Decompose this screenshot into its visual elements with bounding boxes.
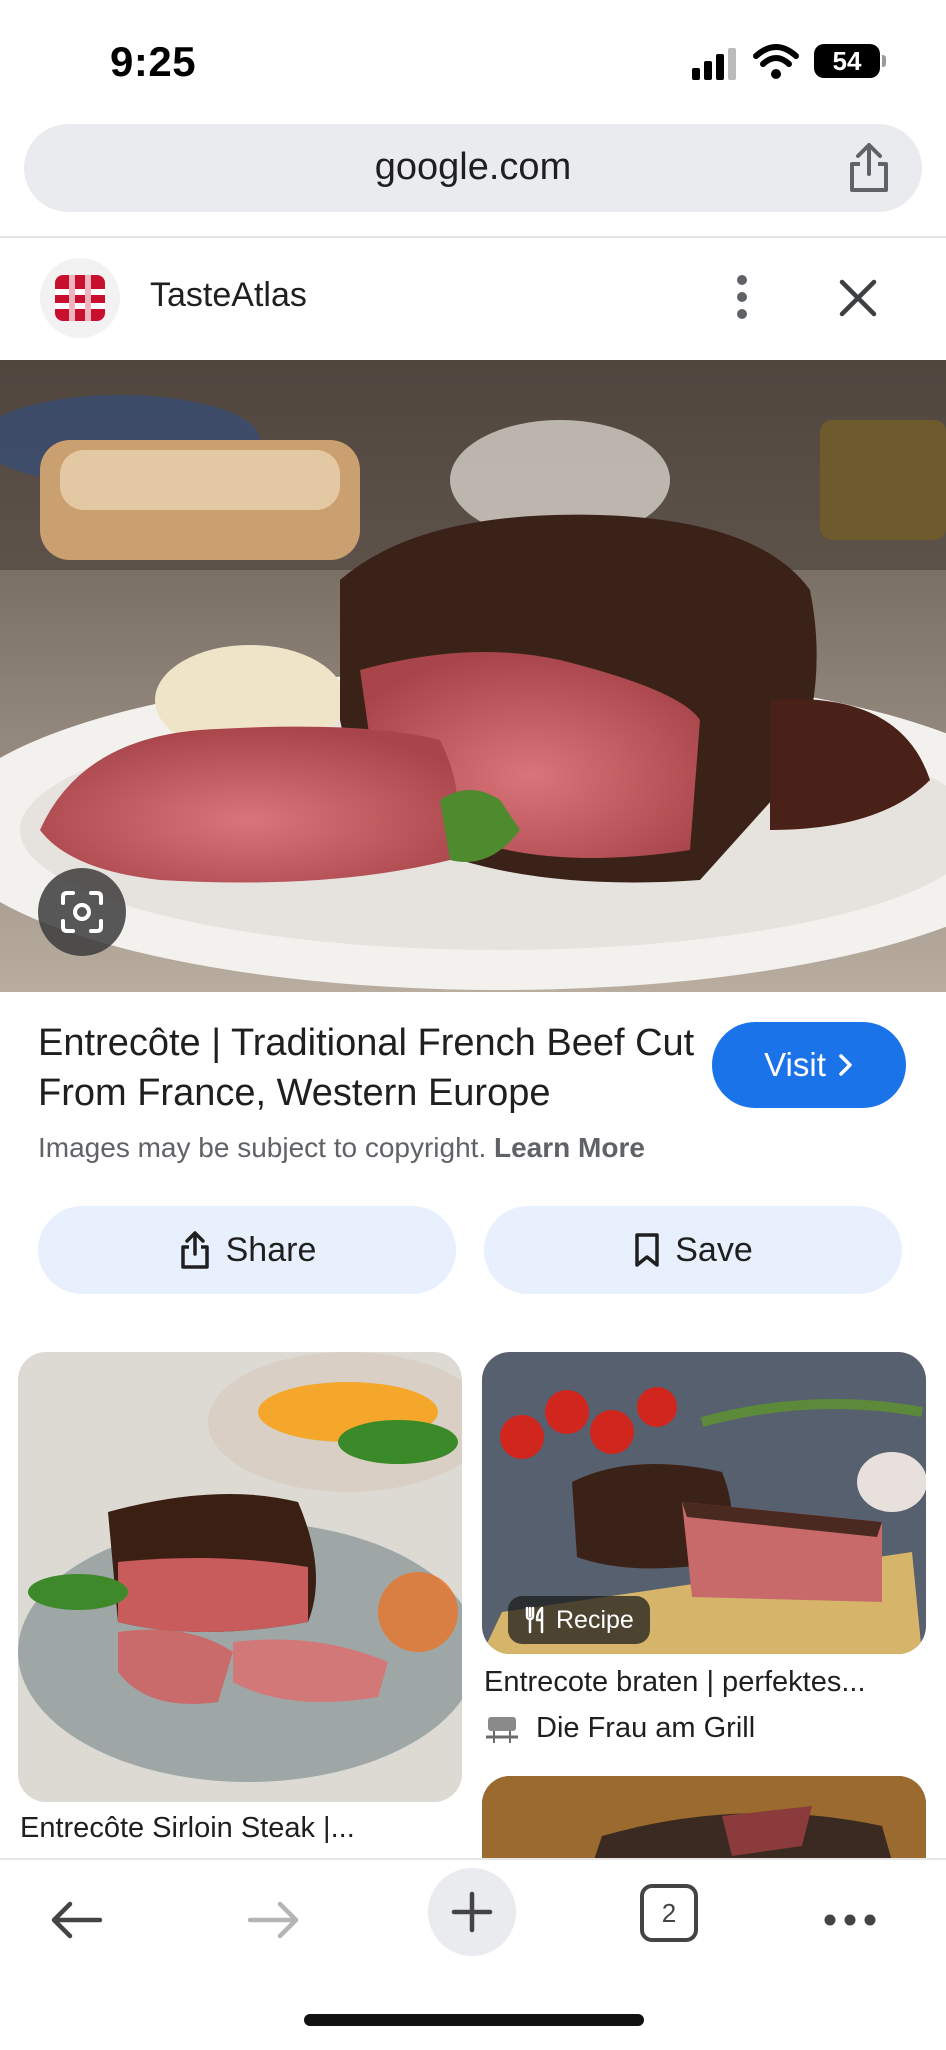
source-favicon	[482, 1710, 522, 1750]
learn-more-link[interactable]: Learn More	[494, 1132, 645, 1163]
signal-icon	[692, 48, 736, 80]
save-label: Save	[675, 1230, 753, 1269]
related-image-1[interactable]	[18, 1352, 462, 1802]
tab-switcher-button[interactable]: 2	[640, 1884, 698, 1942]
bookmark-icon	[635, 1233, 659, 1267]
main-image[interactable]	[0, 360, 946, 992]
new-tab-button[interactable]	[428, 1868, 516, 1956]
back-button[interactable]	[44, 1888, 108, 1952]
status-time: 9:25	[110, 38, 197, 85]
home-indicator[interactable]	[304, 2014, 644, 2026]
plus-icon	[451, 1891, 493, 1933]
lens-icon	[61, 891, 103, 933]
copyright-text: Images may be subject to copyright.	[38, 1132, 487, 1163]
recipe-chip-label: Recipe	[556, 1605, 634, 1634]
sirloin-photo	[18, 1352, 462, 1802]
related-source-2[interactable]: Die Frau am Grill	[536, 1712, 755, 1745]
utensils-icon	[525, 1606, 544, 1634]
visit-button[interactable]: Visit	[712, 1022, 906, 1108]
steak-photo	[0, 360, 946, 992]
source-name[interactable]: TasteAtlas	[150, 276, 307, 315]
arrow-right-icon	[247, 1901, 299, 1939]
share-icon	[180, 1231, 209, 1269]
tasteatlas-logo	[40, 258, 120, 338]
more-horiz-icon	[824, 1914, 876, 1926]
tab-count: 2	[661, 1897, 677, 1928]
copyright-notice: Images may be subject to copyright. Lear…	[38, 1132, 645, 1164]
menu-button[interactable]	[818, 1888, 882, 1952]
wifi-icon	[753, 44, 799, 79]
chevron-right-icon	[839, 1054, 852, 1076]
grill-logo-icon	[486, 1717, 518, 1743]
share-icon[interactable]	[844, 142, 894, 194]
divider	[0, 236, 946, 238]
more-vert-icon[interactable]	[724, 272, 760, 322]
battery-indicator: 54	[814, 44, 886, 78]
share-label: Share	[225, 1230, 317, 1269]
arrow-left-icon	[51, 1901, 103, 1939]
tasteatlas-logo-icon	[55, 275, 105, 321]
address-bar[interactable]: google.com	[24, 124, 922, 212]
close-icon[interactable]	[836, 276, 880, 320]
url-text[interactable]: google.com	[24, 146, 922, 189]
result-title[interactable]: Entrecôte | Traditional French Beef Cut …	[38, 1018, 698, 1118]
lens-button[interactable]	[38, 868, 126, 956]
share-button[interactable]: Share	[38, 1206, 456, 1294]
related-title-1[interactable]: Entrecôte Sirloin Steak |...	[20, 1812, 355, 1845]
recipe-chip: Recipe	[508, 1596, 650, 1644]
save-button[interactable]: Save	[484, 1206, 902, 1294]
related-title-2[interactable]: Entrecote braten | perfektes...	[484, 1666, 866, 1699]
visit-label: Visit	[764, 1046, 826, 1083]
forward-button[interactable]	[242, 1888, 306, 1952]
